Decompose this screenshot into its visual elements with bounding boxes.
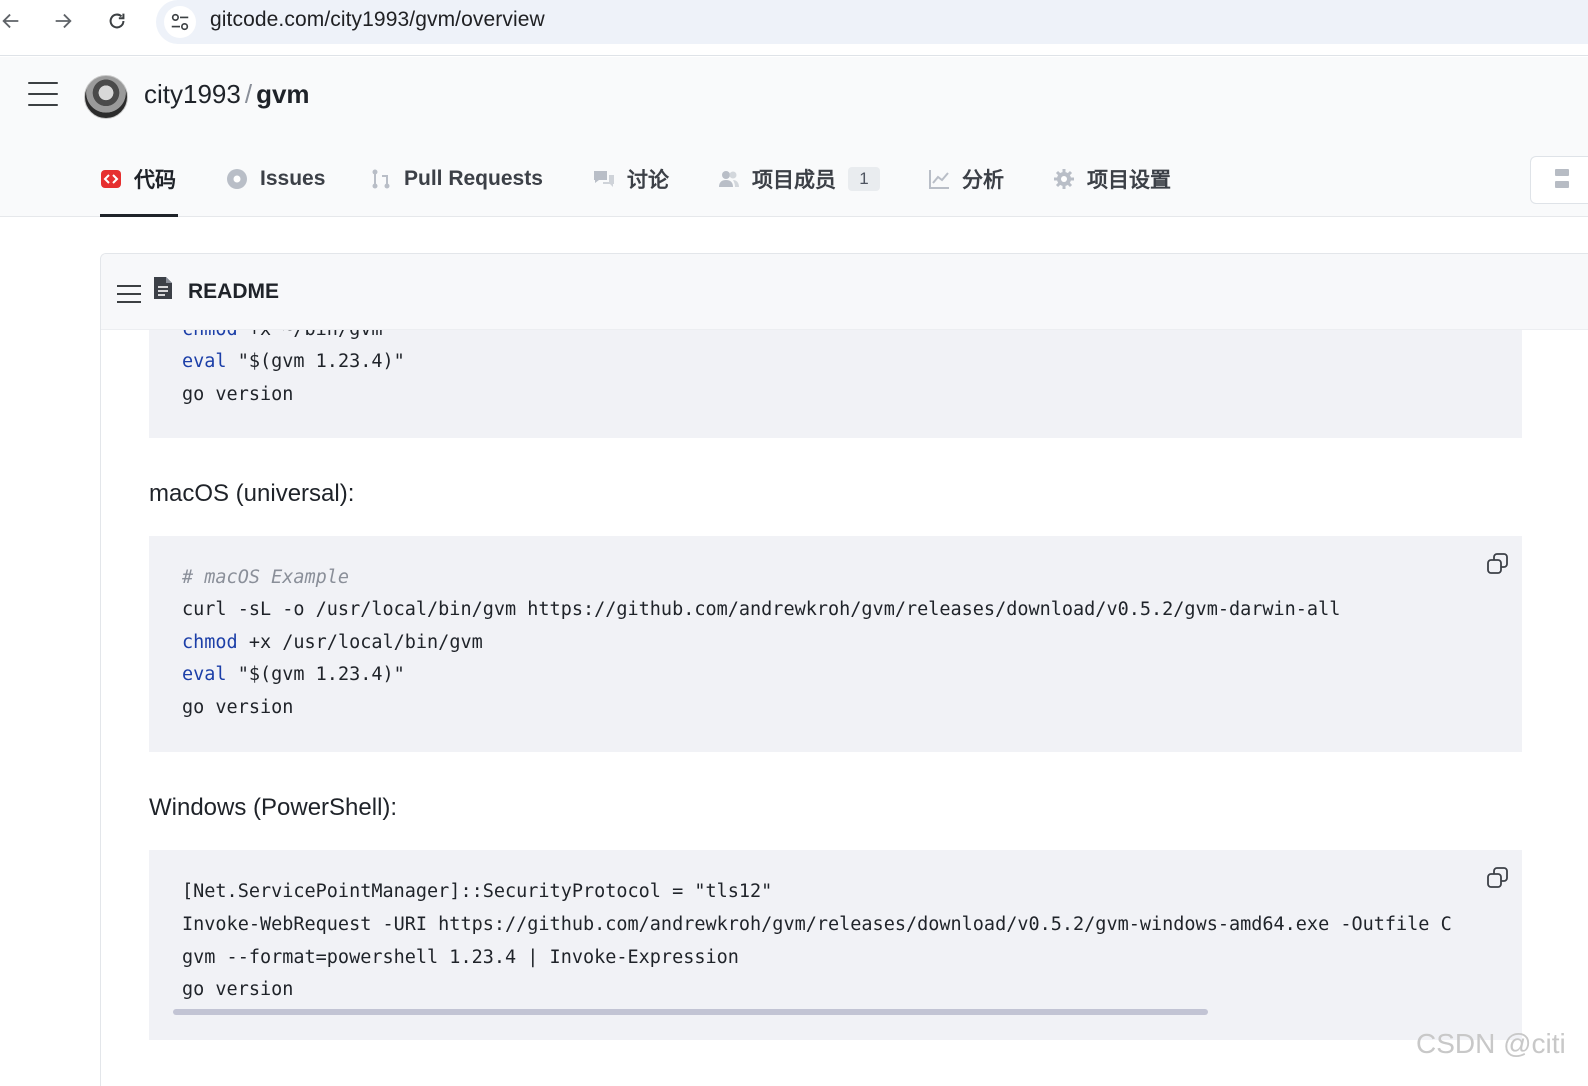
pull-request-icon — [370, 168, 392, 190]
readme-title: README — [188, 280, 280, 303]
repo-owner-link[interactable]: city1993 — [144, 79, 241, 109]
watermark: CSDN @citi — [1416, 1028, 1566, 1059]
avatar[interactable] — [84, 75, 128, 119]
tab-code[interactable]: 代码 — [100, 140, 178, 217]
document-icon — [154, 277, 172, 299]
tab-label: 项目设置 — [1087, 168, 1171, 192]
code-line: go version — [182, 384, 294, 405]
copy-icon[interactable] — [1486, 866, 1510, 890]
side-panel-toggle[interactable] — [1530, 156, 1588, 204]
tab-pull-requests[interactable]: Pull Requests — [370, 140, 543, 217]
back-button[interactable] — [0, 6, 26, 36]
site-info-button[interactable] — [164, 6, 196, 38]
path-separator: / — [244, 79, 253, 109]
tab-label: Issues — [260, 166, 326, 190]
discussion-icon — [593, 168, 615, 190]
members-icon — [718, 168, 740, 190]
analytics-icon — [928, 168, 950, 190]
code-icon — [100, 168, 122, 190]
code-line: go version — [182, 697, 294, 718]
code-block-windows: [Net.ServicePointManager]::SecurityProto… — [149, 850, 1522, 1040]
address-bar[interactable]: gitcode.com/city1993/gvm/overview — [156, 0, 1588, 44]
reload-icon — [109, 13, 125, 29]
tab-label: Pull Requests — [404, 166, 543, 190]
browser-toolbar: gitcode.com/city1993/gvm/overview — [0, 0, 1588, 56]
arrow-right-icon — [55, 13, 72, 29]
code-line: Invoke-WebRequest -URI https://github.co… — [182, 914, 1452, 935]
code-comment: # macOS Example — [182, 567, 350, 588]
tab-discussion[interactable]: 讨论 — [593, 140, 669, 217]
repo-name-link[interactable]: gvm — [256, 79, 309, 109]
copy-icon[interactable] — [1486, 552, 1510, 576]
tab-analytics[interactable]: 分析 — [928, 140, 1004, 217]
tab-issues[interactable]: Issues — [226, 140, 325, 217]
issues-icon — [226, 168, 248, 190]
tab-label: 代码 — [134, 168, 176, 192]
url-text[interactable]: gitcode.com/city1993/gvm/overview — [210, 8, 545, 32]
reload-button[interactable] — [102, 6, 132, 36]
section-heading-windows: Windows (PowerShell): — [149, 794, 398, 821]
code-line: curl -sL -o /usr/local/bin/gvm https://g… — [182, 599, 1341, 620]
tab-label: 讨论 — [627, 168, 669, 192]
menu-icon[interactable] — [28, 82, 58, 112]
tab-members[interactable]: 项目成员 1 — [718, 140, 880, 217]
horizontal-scrollbar[interactable] — [173, 1009, 1208, 1015]
code-line: eval "$(gvm 1.23.4)" — [182, 351, 405, 372]
tab-label: 分析 — [962, 168, 1004, 192]
settings-icon — [1053, 168, 1075, 190]
code-line: chmod +x /usr/local/bin/gvm — [182, 632, 483, 653]
repo-header: city1993/gvm — [0, 57, 1588, 140]
arrow-left-icon — [2, 13, 19, 29]
code-line: go version — [182, 979, 294, 1000]
forward-button[interactable] — [48, 6, 78, 36]
code-line: gvm --format=powershell 1.23.4 | Invoke-… — [182, 947, 739, 968]
code-line: [Net.ServicePointManager]::SecurityProto… — [182, 881, 773, 902]
repo-tabs: 代码 Issues Pull Requests 讨论 项目成员 1 分析 项目设… — [0, 140, 1588, 217]
repo-path: city1993/gvm — [144, 79, 310, 110]
toc-menu-icon[interactable] — [117, 285, 141, 309]
section-heading-macos: macOS (universal): — [149, 480, 355, 507]
tab-settings[interactable]: 项目设置 — [1053, 140, 1171, 217]
readme-card: README chmod +x ~/bin/gvm eval "$(gvm 1.… — [100, 253, 1588, 1086]
members-count-badge: 1 — [848, 166, 880, 191]
readme-header: README — [101, 254, 1588, 330]
tune-icon — [171, 13, 189, 31]
tab-label: 项目成员 — [752, 168, 836, 192]
code-block-macos: # macOS Example curl -sL -o /usr/local/b… — [149, 536, 1522, 752]
code-line: eval "$(gvm 1.23.4)" — [182, 664, 405, 685]
